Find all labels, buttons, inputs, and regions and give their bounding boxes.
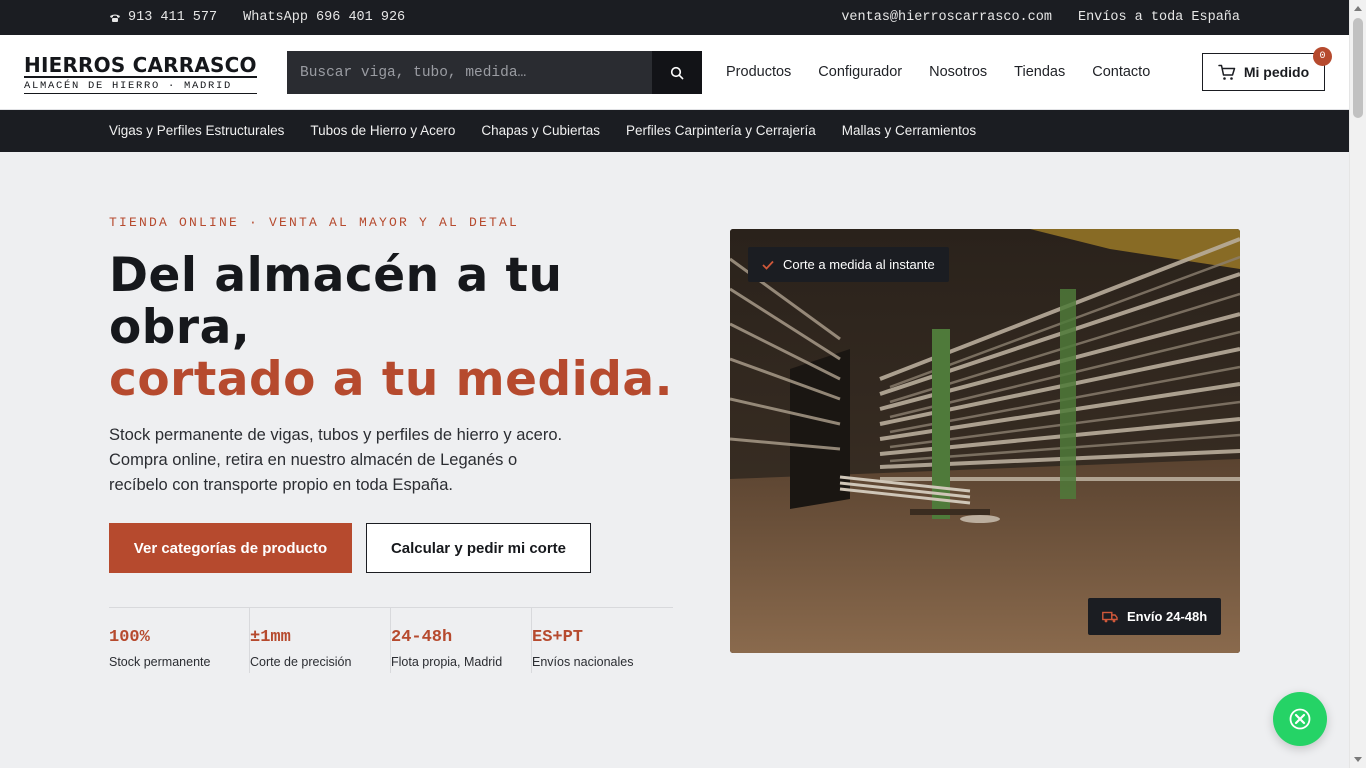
badge-text: Envío 24-48h	[1127, 609, 1208, 624]
phone-number: 913 411 577	[128, 10, 218, 25]
stat-item: 100% Stock permanente	[109, 608, 250, 673]
page-scrollbar[interactable]	[1349, 0, 1366, 768]
stat-value: ES+PT	[532, 628, 584, 647]
hero-headline: Del almacén a tu obra, cortado a tu medi…	[109, 250, 709, 406]
category-vigas[interactable]: Vigas y Perfiles Estructurales	[109, 123, 284, 138]
warehouse-photo	[730, 229, 1240, 653]
stat-item: ±1mm Corte de precisión	[250, 608, 391, 673]
stat-item: 24-48h Flota propia, Madrid	[391, 608, 532, 673]
truck-icon	[1102, 611, 1118, 622]
cut-to-measure-badge: Corte a medida al instante	[748, 247, 949, 282]
cart-count-badge: 0	[1313, 47, 1332, 66]
hero-eyebrow: TIENDA ONLINE · VENTA AL MAYOR Y AL DETA…	[109, 215, 520, 230]
stat-label: Envíos nacionales	[532, 655, 634, 669]
top-contact-bar: 913 411 577 WhatsApp 696 401 926 ventas@…	[0, 0, 1349, 35]
email-link[interactable]: ventas@hierroscarrasco.com	[841, 10, 1052, 25]
stat-value: ±1mm	[250, 628, 291, 647]
check-icon	[762, 260, 774, 270]
stat-item: ES+PT Envíos nacionales	[532, 608, 673, 673]
search-button[interactable]	[652, 51, 702, 94]
stat-value: 100%	[109, 628, 150, 647]
logo[interactable]: HIERROS CARRASCO ALMACÉN DE HIERRO · MAD…	[24, 55, 257, 94]
hero-headline-accent: cortado a tu medida.	[109, 352, 673, 407]
hero-headline-main: Del almacén a tu obra,	[109, 248, 563, 355]
scroll-down-arrow[interactable]	[1354, 757, 1362, 762]
category-tubos[interactable]: Tubos de Hierro y Acero	[310, 123, 455, 138]
stat-label: Stock permanente	[109, 655, 211, 669]
main-nav: Productos Configurador Nosotros Tiendas …	[726, 64, 1150, 80]
stat-label: Corte de precisión	[250, 655, 352, 669]
category-chapas[interactable]: Chapas y Cubiertas	[481, 123, 600, 138]
nav-contacto[interactable]: Contacto	[1092, 64, 1150, 80]
stat-value: 24-48h	[391, 628, 453, 647]
category-perfiles[interactable]: Perfiles Carpintería y Cerrajería	[626, 123, 816, 138]
scroll-up-arrow[interactable]	[1354, 6, 1362, 11]
delivery-badge: Envío 24-48h	[1088, 598, 1222, 635]
scroll-thumb[interactable]	[1353, 18, 1363, 118]
hero-stats: 100% Stock permanente ±1mm Corte de prec…	[109, 607, 673, 673]
nav-productos[interactable]: Productos	[726, 64, 791, 80]
cart-button[interactable]: Mi pedido	[1202, 53, 1325, 91]
nav-tiendas[interactable]: Tiendas	[1014, 64, 1065, 80]
cart-label: Mi pedido	[1243, 64, 1310, 80]
logo-name: HIERROS CARRASCO	[24, 53, 257, 78]
cart-icon	[1218, 64, 1236, 80]
badge-text: Corte a medida al instante	[783, 257, 935, 272]
nav-configurador[interactable]: Configurador	[818, 64, 902, 80]
logo-subtitle: ALMACÉN DE HIERRO · MADRID	[24, 80, 257, 94]
search-input[interactable]	[287, 51, 652, 94]
stat-label: Flota propia, Madrid	[391, 655, 503, 669]
calculate-cut-button[interactable]: Calcular y pedir mi corte	[366, 523, 591, 573]
category-mallas[interactable]: Mallas y Cerramientos	[842, 123, 976, 138]
warehouse-illustration	[730, 229, 1240, 653]
hero-lead: Stock permanente de vigas, tubos y perfi…	[109, 426, 563, 494]
search-bar	[287, 51, 702, 94]
category-bar: Vigas y Perfiles Estructurales Tubos de …	[0, 110, 1349, 152]
nav-nosotros[interactable]: Nosotros	[929, 64, 987, 80]
search-icon	[670, 66, 684, 79]
main-header: HIERROS CARRASCO ALMACÉN DE HIERRO · MAD…	[0, 35, 1349, 110]
shipping-note: Envíos a toda España	[1077, 10, 1240, 25]
whatsapp-icon	[1289, 708, 1311, 730]
phone-icon	[110, 14, 120, 22]
whatsapp-chat-button[interactable]	[1273, 692, 1327, 746]
view-categories-button[interactable]: Ver categorías de producto	[109, 523, 352, 573]
whatsapp-link[interactable]: WhatsApp 696 401 926	[243, 10, 405, 25]
phone-link[interactable]: 913 411 577	[109, 10, 217, 25]
